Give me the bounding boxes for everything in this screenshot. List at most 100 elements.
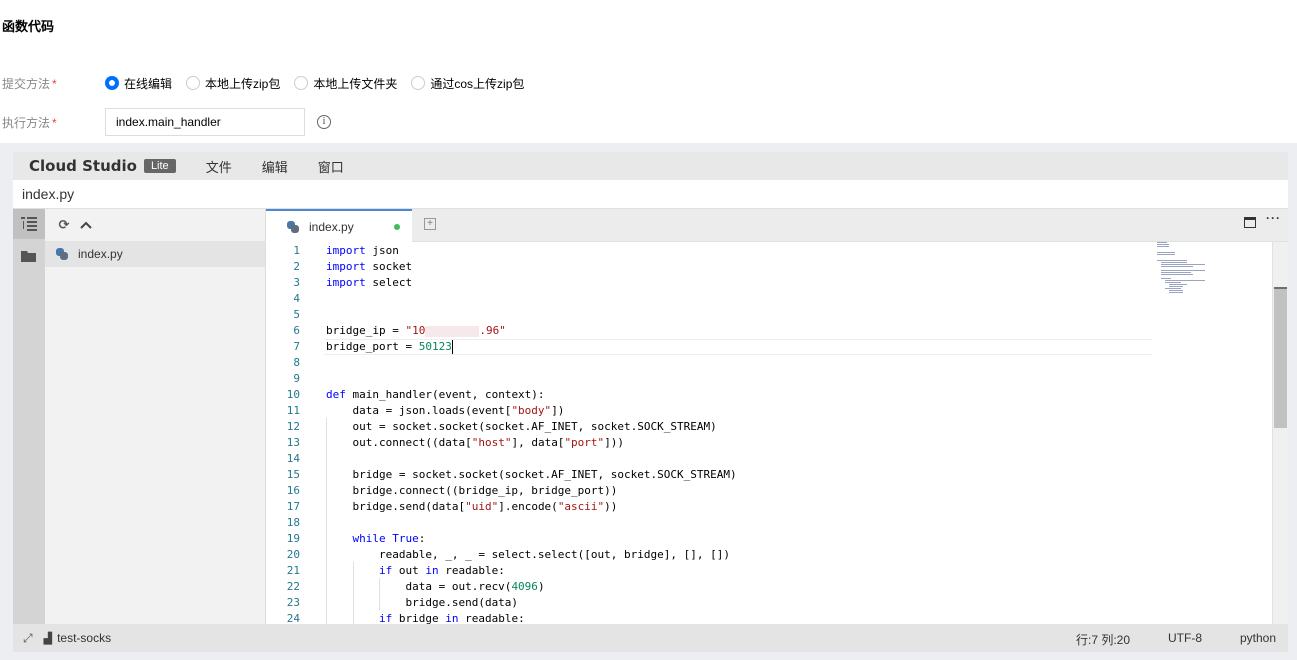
code-line[interactable]: 20 readable, _, _ = select.select([out, … — [266, 547, 1272, 563]
code-line[interactable]: 19 while True: — [266, 531, 1272, 547]
code-line[interactable]: 8 — [266, 355, 1272, 371]
scroll-position-marker — [1274, 287, 1287, 289]
radio-cos-zip[interactable]: 通过cos上传zip包 — [411, 75, 524, 92]
line-number: 20 — [286, 548, 300, 561]
cloud-studio-logo: Cloud Studio — [29, 157, 137, 175]
exec-method-input[interactable] — [105, 108, 305, 136]
line-number: 2 — [293, 260, 300, 273]
exec-method-label: 执行方法 * — [2, 115, 57, 130]
line-number: 7 — [293, 340, 300, 353]
code-line[interactable]: 24 if bridge in readable: — [266, 611, 1272, 624]
line-number: 19 — [286, 532, 300, 545]
line-number: 15 — [286, 468, 300, 481]
code-line[interactable]: 18 — [266, 515, 1272, 531]
project-icon: ▟ — [43, 632, 53, 645]
more-icon[interactable]: ··· — [1266, 212, 1280, 224]
code-line[interactable]: 13 out.connect((data["host"], data["port… — [266, 435, 1272, 451]
code-line[interactable]: 1 import json — [266, 243, 1272, 259]
code-line[interactable]: 15 bridge = socket.socket(socket.AF_INET… — [266, 467, 1272, 483]
code-line[interactable]: 12 out = socket.socket(socket.AF_INET, s… — [266, 419, 1272, 435]
line-number: 10 — [286, 388, 300, 401]
radio-dot[interactable] — [105, 76, 119, 90]
scrollbar-thumb[interactable] — [1274, 288, 1287, 428]
code-line[interactable]: 3 import select — [266, 275, 1272, 291]
code-line[interactable]: 2 import socket — [266, 259, 1272, 275]
menu-file[interactable]: 文件 — [206, 157, 232, 176]
code-text: bridge_ip = "10.96" — [326, 324, 506, 337]
code-text: def main_handler(event, context): — [326, 388, 545, 401]
cloud-studio-ide: Cloud Studio Lite 文件 编辑 窗口 index.py ⟳ in… — [13, 152, 1288, 652]
radio-dot[interactable] — [411, 76, 426, 90]
menu-edit[interactable]: 编辑 — [262, 157, 288, 176]
tab-index-py[interactable]: index.py — [266, 209, 412, 242]
line-number: 18 — [286, 516, 300, 529]
code-line[interactable]: 16 bridge.connect((bridge_ip, bridge_por… — [266, 483, 1272, 499]
code-text: readable, _, _ = select.select([out, bri… — [326, 548, 730, 561]
code-line[interactable]: 17 bridge.send(data["uid"].encode("ascii… — [266, 499, 1272, 515]
info-icon[interactable]: i — [317, 115, 331, 129]
line-number: 8 — [293, 356, 300, 369]
radio-online-edit[interactable]: 在线编辑 — [105, 75, 172, 92]
language-mode[interactable]: python — [1240, 631, 1276, 645]
code-text: if out in readable: — [378, 564, 505, 577]
refresh-icon[interactable]: ⟳ — [53, 215, 75, 235]
exec-method-row: 执行方法 * i — [0, 107, 700, 137]
minimap[interactable] — [1157, 242, 1269, 302]
code-text: if bridge in readable: — [378, 612, 525, 624]
code-line[interactable]: 9 — [266, 371, 1272, 387]
cursor-position[interactable]: 行:7 列:20 — [1076, 631, 1130, 648]
code-text: bridge = socket.socket(socket.AF_INET, s… — [326, 468, 737, 481]
collapse-icon[interactable] — [75, 215, 97, 235]
line-number: 22 — [286, 580, 300, 593]
text-cursor — [451, 340, 453, 354]
code-text: out.connect((data["host"], data["port"])… — [326, 436, 625, 449]
radio-dot[interactable] — [186, 76, 201, 90]
code-line[interactable]: 11 data = json.loads(event["body"]) — [266, 403, 1272, 419]
python-file-icon — [286, 220, 300, 234]
code-line[interactable]: 21 if out in readable: — [266, 563, 1272, 579]
code-line[interactable]: 5 — [266, 307, 1272, 323]
code-line[interactable]: 22 data = out.recv(4096) — [266, 579, 1272, 595]
editor-tabbar: index.py + ··· — [266, 209, 1288, 242]
code-line[interactable]: 23 bridge.send(data) — [266, 595, 1272, 611]
code-text: bridge_port = 50123 — [326, 340, 453, 354]
line-number: 5 — [293, 308, 300, 321]
line-number: 17 — [286, 500, 300, 513]
line-number: 11 — [286, 404, 300, 417]
radio-local-zip[interactable]: 本地上传zip包 — [186, 75, 280, 92]
code-text: data = out.recv(4096) — [326, 580, 545, 593]
project-name[interactable]: test-socks — [57, 631, 111, 645]
explorer-toolbar: ⟳ — [45, 209, 265, 241]
line-number: 9 — [293, 372, 300, 385]
code-line[interactable]: 4 — [266, 291, 1272, 307]
modified-dot-icon — [394, 224, 400, 230]
maximize-icon[interactable] — [1244, 217, 1256, 228]
line-number: 1 — [293, 244, 300, 257]
file-item-index-py[interactable]: index.py — [45, 241, 265, 267]
submit-method-label: 提交方法 * — [2, 76, 57, 91]
section-title: 函数代码 — [2, 19, 55, 34]
code-line[interactable]: 10 def main_handler(event, context): — [266, 387, 1272, 403]
submit-method-row: 提交方法 * 在线编辑 本地上传zip包 本地上传文件夹 通过cos上传zip包 — [0, 68, 700, 98]
new-tab-icon[interactable]: + — [424, 218, 436, 230]
code-text: while True: — [352, 532, 426, 545]
code-text: bridge.send(data["uid"].encode("ascii")) — [326, 500, 618, 513]
expand-icon[interactable]: ⤢ — [23, 631, 33, 646]
line-number: 4 — [293, 292, 300, 305]
editor-scrollbar[interactable] — [1272, 242, 1288, 624]
code-text: data = json.loads(event["body"]) — [326, 404, 565, 417]
radio-dot[interactable] — [294, 76, 309, 90]
code-line[interactable]: 7 bridge_port = 50123 — [266, 339, 1272, 355]
code-line[interactable]: 6 bridge_ip = "10.96" — [266, 323, 1272, 339]
code-text: import socket — [326, 260, 413, 273]
encoding[interactable]: UTF-8 — [1168, 631, 1202, 645]
explorer-tree-icon[interactable] — [13, 209, 45, 239]
line-number: 12 — [286, 420, 300, 433]
line-number: 23 — [286, 596, 300, 609]
folder-icon[interactable] — [13, 241, 45, 271]
code-line[interactable]: 14 — [266, 451, 1272, 467]
menu-window[interactable]: 窗口 — [318, 157, 344, 176]
code-editor[interactable]: 1 import json 2 import socket 3 import select… — [266, 242, 1272, 624]
code-text: bridge.send(data) — [326, 596, 519, 609]
radio-local-folder[interactable]: 本地上传文件夹 — [294, 75, 397, 92]
